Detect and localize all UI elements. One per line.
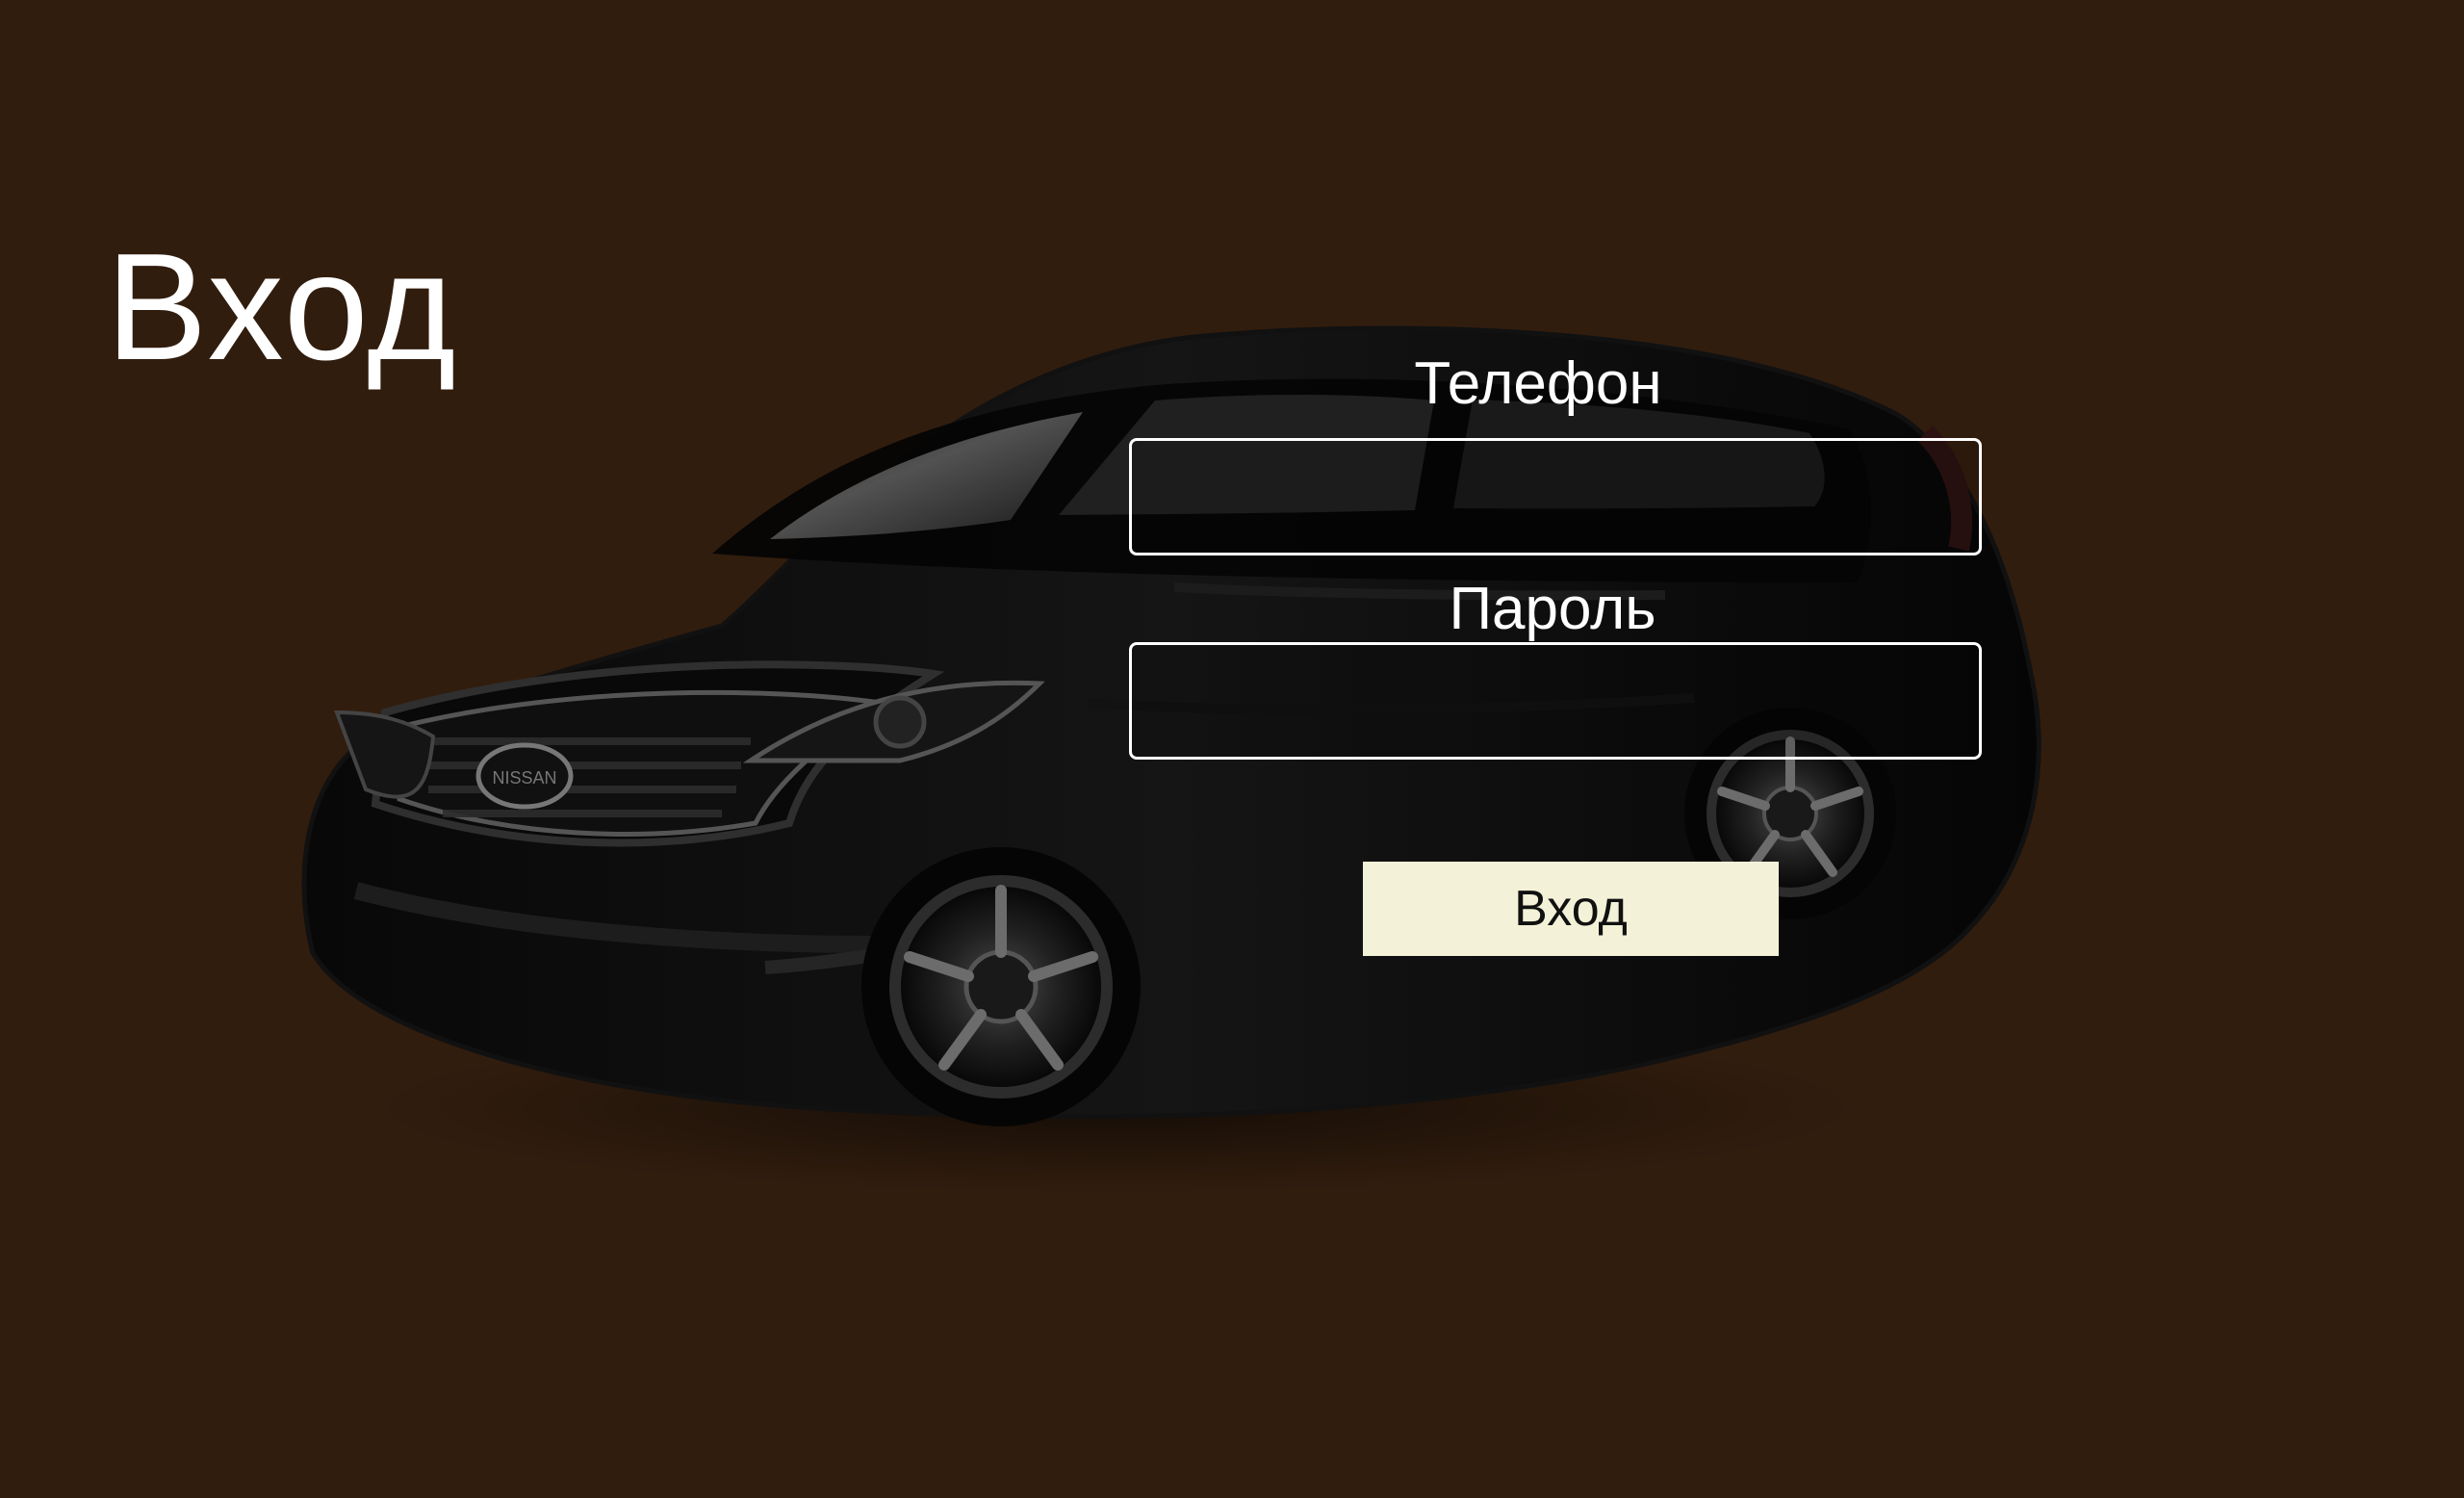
password-input[interactable]	[1129, 642, 1982, 760]
svg-text:NISSAN: NISSAN	[492, 768, 556, 788]
phone-input[interactable]	[1129, 438, 1982, 555]
phone-label: Телефон	[1414, 350, 1662, 417]
login-page: NISSAN Вход Телефон Пароль Вход	[0, 0, 2464, 1498]
password-label: Пароль	[1449, 576, 1656, 642]
page-title: Вход	[106, 222, 458, 392]
login-button[interactable]: Вход	[1363, 862, 1779, 956]
